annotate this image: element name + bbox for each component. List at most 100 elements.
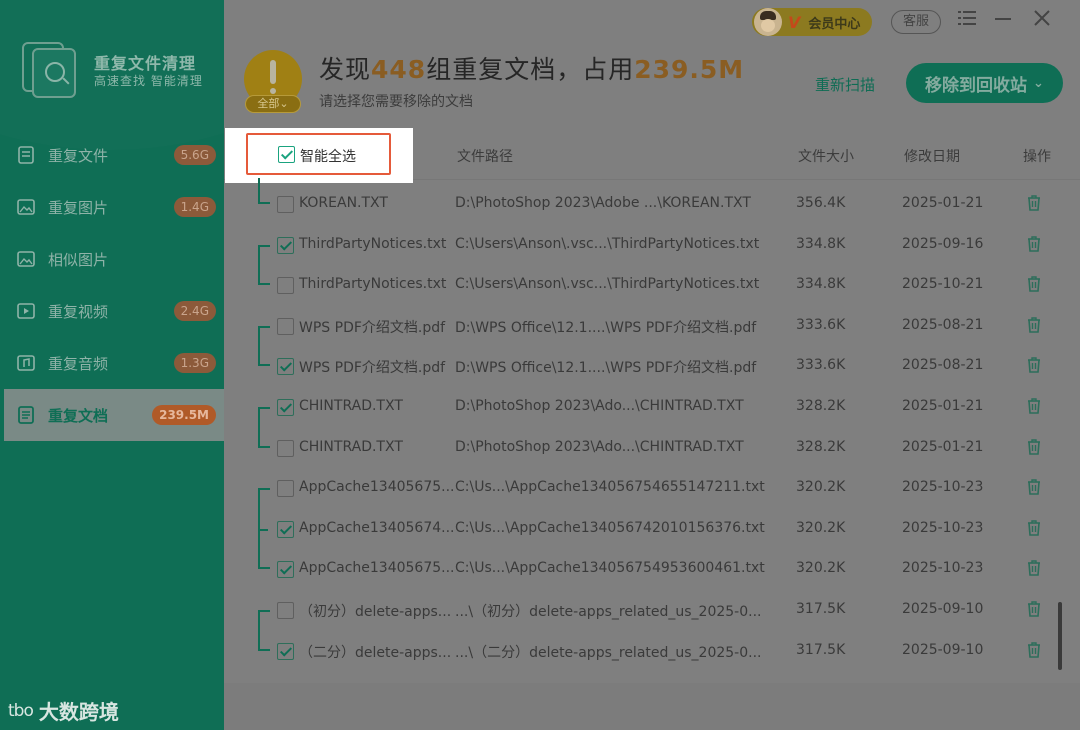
- sidebar-item-2[interactable]: 相似图片: [0, 233, 224, 285]
- size-badge: 1.4G: [173, 197, 216, 217]
- file-name: ThirdPartyNotices.txt: [299, 276, 447, 293]
- table-row[interactable]: （二分）delete-apps... ...\（二分）delete-apps_re…: [224, 631, 1080, 672]
- close-icon[interactable]: [1029, 8, 1055, 34]
- trash-icon[interactable]: [1024, 315, 1044, 335]
- app-title: 重复文件清理: [94, 54, 197, 73]
- table-row[interactable]: AppCache13405674... C:\Us...\AppCache1340…: [224, 509, 1080, 550]
- table-row[interactable]: WPS PDF介绍文档.pdf D:\WPS Office\12.1....\WP…: [224, 346, 1080, 387]
- all-filter-dropdown[interactable]: 全部⌄: [245, 95, 301, 113]
- sidebar-item-4[interactable]: 重复音频 1.3G: [0, 337, 224, 389]
- trash-icon[interactable]: [1024, 477, 1044, 497]
- sidebar-item-1[interactable]: 重复图片 1.4G: [0, 181, 224, 233]
- file-name: CHINTRAD.TXT: [299, 438, 403, 455]
- modified-date: 2025-01-21: [902, 397, 984, 414]
- table-row[interactable]: ThirdPartyNotices.txt C:\Users\Anson\.vsc…: [224, 225, 1080, 266]
- trash-icon[interactable]: [1024, 193, 1044, 213]
- row-checkbox[interactable]: [277, 236, 294, 254]
- rescan-link[interactable]: 重新扫描: [815, 74, 875, 95]
- file-name: （二分）delete-apps...: [299, 644, 452, 661]
- scan-result-subtitle: 请选择您需要移除的文档: [319, 94, 473, 110]
- trash-icon[interactable]: [1024, 274, 1044, 294]
- file-size: 320.2K: [796, 560, 846, 577]
- file-path: C:\Us...\AppCache134056754953600461.txt: [455, 560, 765, 577]
- sidebar-item-label: 重复文档: [48, 406, 109, 425]
- file-name: AppCache13405675...: [299, 479, 455, 496]
- row-checkbox[interactable]: [277, 520, 294, 538]
- sidebar-item-label: 相似图片: [48, 250, 109, 269]
- file-path: D:\PhotoShop 2023\Adobe ...\KOREAN.TXT: [455, 195, 751, 211]
- file-size: 328.2K: [796, 397, 846, 414]
- file-path: C:\Us...\AppCache134056754655147211.txt: [455, 479, 765, 496]
- modified-date: 2025-09-10: [902, 600, 984, 617]
- modified-date: 2025-01-21: [902, 195, 984, 211]
- vip-center-button[interactable]: V 会员中心: [752, 8, 872, 36]
- modified-date: 2025-09-10: [902, 641, 984, 658]
- app-subtitle: 高速查找 智能清理: [94, 74, 203, 88]
- smart-select-control[interactable]: 智能全选: [246, 133, 391, 175]
- footer-area: [224, 683, 1080, 730]
- file-path: D:\WPS Office\12.1....\WPS PDF介绍文档.pdf: [455, 360, 757, 377]
- vip-icon: V: [788, 12, 801, 32]
- file-icon: [16, 145, 36, 165]
- table-row[interactable]: KOREAN.TXT D:\PhotoShop 2023\Adobe ...\KO…: [224, 184, 1080, 225]
- row-checkbox[interactable]: [277, 398, 294, 416]
- smart-select-label: 智能全选: [300, 149, 356, 165]
- file-path: C:\Users\Anson\.vsc...\ThirdPartyNotices…: [455, 235, 760, 252]
- trash-icon[interactable]: [1024, 234, 1044, 254]
- sidebar-item-label: 重复图片: [48, 198, 109, 217]
- row-checkbox[interactable]: [277, 642, 294, 660]
- trash-icon[interactable]: [1024, 558, 1044, 578]
- row-checkbox[interactable]: [277, 561, 294, 579]
- row-checkbox[interactable]: [277, 196, 294, 213]
- menu-icon[interactable]: [954, 8, 980, 34]
- row-checkbox[interactable]: [277, 439, 294, 457]
- image-icon: [16, 249, 36, 269]
- minimize-icon[interactable]: [990, 8, 1016, 34]
- table-row[interactable]: （初分）delete-apps... ...\（初分）delete-apps_re…: [224, 590, 1080, 631]
- size-badge: 5.6G: [173, 145, 216, 165]
- trash-icon[interactable]: [1024, 599, 1044, 619]
- sidebar-item-0[interactable]: 重复文件 5.6G: [0, 129, 224, 181]
- sidebar-item-3[interactable]: 重复视频 2.4G: [0, 285, 224, 337]
- smart-select-checkbox[interactable]: [278, 146, 295, 163]
- customer-service-button[interactable]: 客服: [891, 10, 941, 34]
- table-row[interactable]: WPS PDF介绍文档.pdf D:\WPS Office\12.1....\WP…: [224, 306, 1080, 347]
- row-checkbox[interactable]: [277, 358, 294, 376]
- file-size: 334.8K: [796, 276, 846, 293]
- row-checkbox[interactable]: [277, 601, 294, 619]
- watermark-brand: tbo 大数跨境: [8, 696, 119, 725]
- avatar: [754, 8, 782, 36]
- move-to-recycle-bin-button[interactable]: 移除到回收站 ⌄: [906, 63, 1063, 103]
- modified-date: 2025-01-21: [902, 438, 984, 455]
- trash-icon[interactable]: [1024, 640, 1044, 660]
- row-checkbox[interactable]: [277, 480, 294, 498]
- trash-icon[interactable]: [1024, 396, 1044, 416]
- trash-icon[interactable]: [1024, 518, 1044, 538]
- table-row[interactable]: ThirdPartyNotices.txt C:\Users\Anson\.vsc…: [224, 265, 1080, 306]
- modified-date: 2025-10-23: [902, 560, 984, 577]
- size-badge: 239.5M: [152, 405, 216, 425]
- row-checkbox[interactable]: [277, 317, 294, 335]
- file-path: ...\（二分）delete-apps_related_us_2025-0...: [455, 644, 762, 661]
- table-row[interactable]: CHINTRAD.TXT D:\PhotoShop 2023\Ado...\CHI…: [224, 387, 1080, 428]
- sidebar-item-label: 重复音频: [48, 354, 109, 373]
- sidebar: 重复文件清理 高速查找 智能清理 重复文件 5.6G 重复图片 1.4G 相似图片重复视…: [0, 0, 224, 730]
- modified-date: 2025-10-23: [902, 479, 984, 496]
- trash-icon[interactable]: [1024, 437, 1044, 457]
- table-row[interactable]: AppCache13405675... C:\Us...\AppCache1340…: [224, 549, 1080, 590]
- table-row[interactable]: CHINTRAD.TXT D:\PhotoShop 2023\Ado...\CHI…: [224, 428, 1080, 469]
- table-row[interactable]: AppCache13405675... C:\Us...\AppCache1340…: [224, 468, 1080, 509]
- size-badge: 2.4G: [173, 301, 216, 321]
- row-checkbox[interactable]: [277, 277, 294, 295]
- sidebar-nav: 重复文件 5.6G 重复图片 1.4G 相似图片 重复视频 2.4G 重复音频 1.3G 重复文档…: [0, 129, 224, 441]
- audio-icon: [16, 353, 36, 373]
- file-path: C:\Users\Anson\.vsc...\ThirdPartyNotices…: [455, 276, 760, 293]
- sidebar-item-label: 重复视频: [48, 302, 109, 321]
- brand-name: 大数跨境: [38, 700, 119, 724]
- file-path: C:\Us...\AppCache134056742010156376.txt: [455, 519, 765, 536]
- trash-icon[interactable]: [1024, 355, 1044, 375]
- file-name: AppCache13405675...: [299, 560, 455, 577]
- sidebar-item-5[interactable]: 重复文档 239.5M: [0, 389, 224, 441]
- app-logo-icon: [22, 42, 78, 98]
- scrollbar[interactable]: [1058, 602, 1062, 670]
